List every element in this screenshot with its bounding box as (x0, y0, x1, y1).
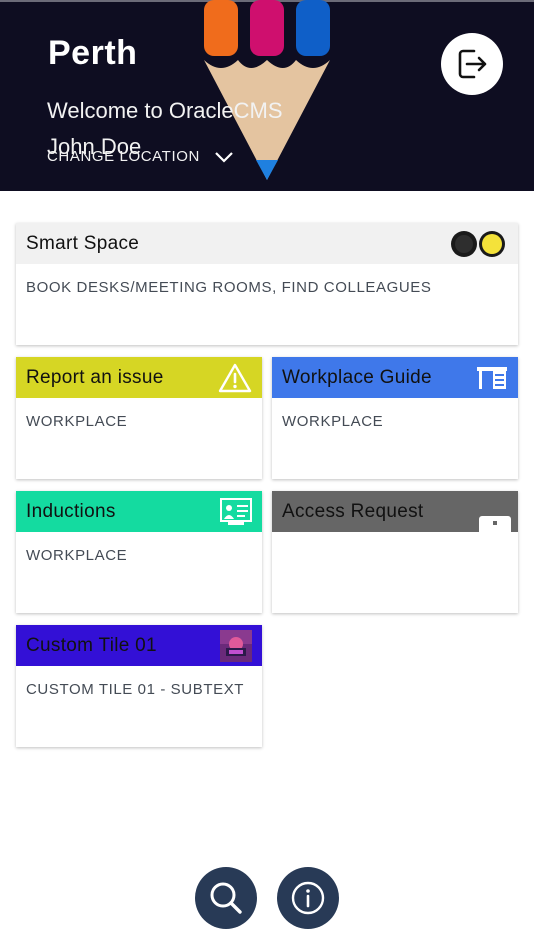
search-button[interactable] (195, 867, 257, 929)
header-banner: Perth Welcome to OracleCMS John Doe CHAN… (0, 0, 534, 191)
warning-icon (218, 363, 252, 393)
tile-title: Inductions (26, 500, 116, 522)
tile-title: Smart Space (26, 232, 140, 254)
tile-header: Workplace Guide (272, 357, 518, 398)
tile-subtitle: WORKPLACE (282, 413, 384, 430)
tile-header: Custom Tile 01 (16, 625, 262, 666)
tile-report-issue[interactable]: Report an issue WORKPLACE (16, 357, 262, 479)
toggle-icon (450, 228, 508, 260)
change-location-button[interactable]: CHANGE LOCATION (47, 148, 234, 165)
tile-inductions[interactable]: Inductions WORKPLACE (16, 491, 262, 613)
app-screen: Perth Welcome to OracleCMS John Doe CHAN… (0, 0, 534, 950)
tile-title: Report an issue (26, 366, 164, 388)
desk-icon (476, 365, 508, 391)
info-icon (291, 881, 325, 915)
tile-custom-01[interactable]: Custom Tile 01 CUSTOM TILE 01 - SUBTEXT (16, 625, 262, 747)
tile-header: Access Request (272, 491, 518, 532)
tile-header: Inductions (16, 491, 262, 532)
tile-subtitle (272, 532, 518, 562)
welcome-text: Welcome to OracleCMS (47, 98, 283, 123)
search-icon (210, 882, 242, 914)
tile-subtitle: BOOK DESKS/MEETING ROOMS, FIND COLLEAGUE… (26, 279, 432, 296)
tile-smart-space[interactable]: Smart Space BOOK DESKS/MEETING ROOMS, FI… (16, 223, 518, 345)
tile-subtitle: WORKPLACE (26, 547, 128, 564)
tile-access-request[interactable]: Access Request (272, 491, 518, 613)
tile-title: Custom Tile 01 (26, 634, 157, 656)
image-thumbnail-icon (220, 629, 252, 662)
change-location-label: CHANGE LOCATION (47, 148, 200, 165)
logout-icon (458, 49, 487, 79)
tile-title: Access Request (282, 500, 424, 522)
tile-subtitle: WORKPLACE (26, 413, 128, 430)
chevron-down-icon (215, 151, 233, 163)
info-button[interactable] (277, 867, 339, 929)
tile-workplace-guide[interactable]: Workplace Guide WORKPLACE (272, 357, 518, 479)
tile-title: Workplace Guide (282, 366, 432, 388)
logout-button[interactable] (441, 33, 503, 95)
tile-subtitle: CUSTOM TILE 01 - SUBTEXT (26, 681, 245, 698)
location-city: Perth (48, 34, 138, 72)
badge-icon (478, 515, 512, 532)
tile-header: Smart Space (16, 223, 518, 264)
presentation-icon (220, 497, 252, 527)
tile-header: Report an issue (16, 357, 262, 398)
